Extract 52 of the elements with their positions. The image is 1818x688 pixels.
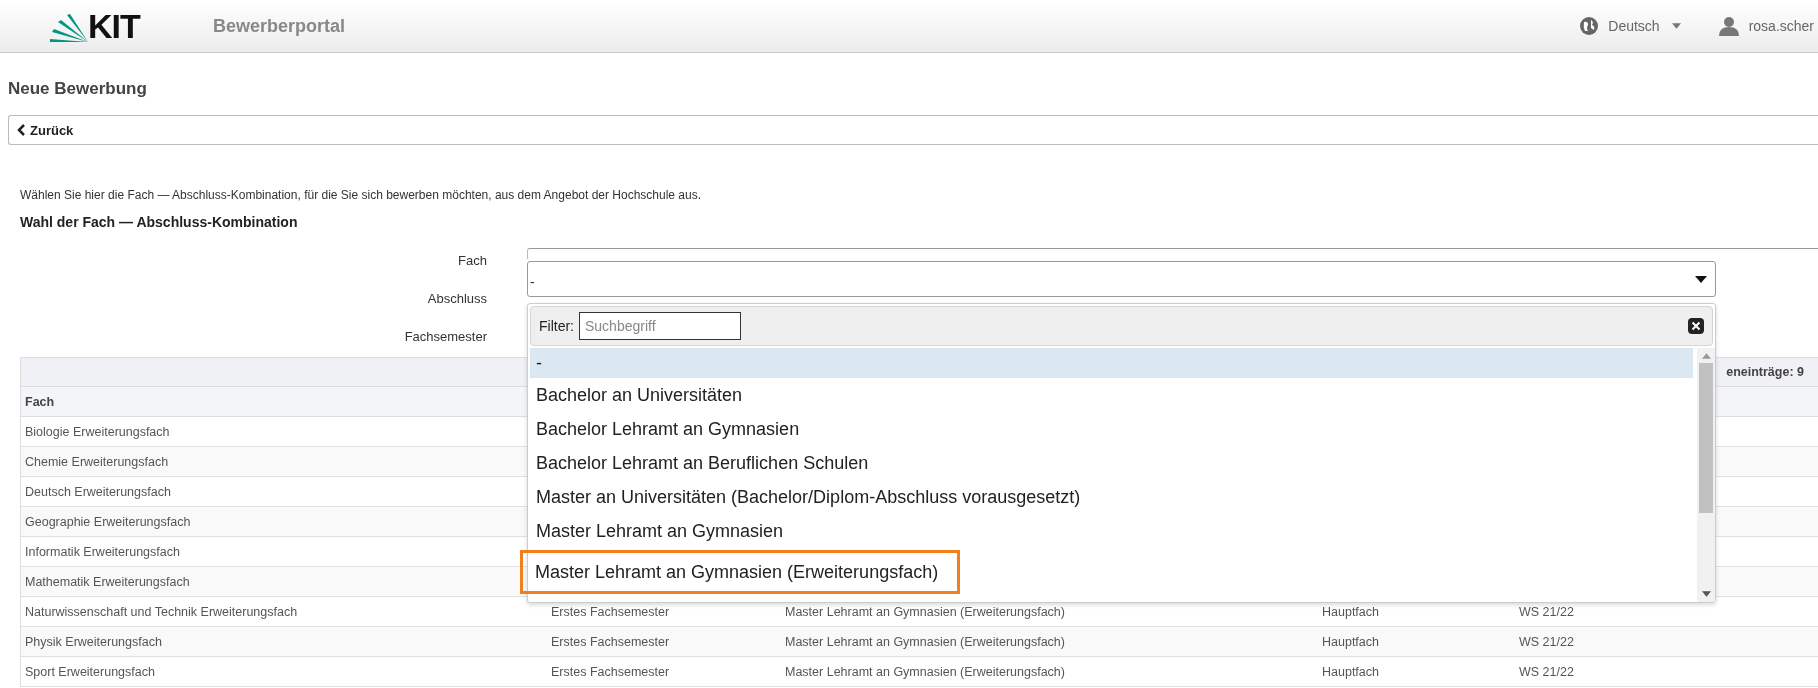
table-cell-text: Master Lehramt an Gymnasien (Erweiterungsfach)	[784, 634, 1066, 649]
table-cell-text: Geographie Erweiterungsfach	[24, 514, 192, 529]
table-cell-text: Hauptfach	[1321, 604, 1380, 619]
logo-text: KIT	[88, 10, 140, 42]
dropdown-option[interactable]: -	[530, 348, 1693, 378]
table-cell-text: Erstes Fachsemester	[550, 604, 671, 619]
globe-icon	[1579, 16, 1600, 36]
table-cell-text: Sport Erweiterungsfach	[24, 664, 156, 679]
filter-input[interactable]: Suchbegriff	[579, 312, 741, 340]
chevron-left-icon	[17, 124, 25, 136]
dropdown-option[interactable]: Master Lehramt an Gymnasien	[530, 514, 1693, 548]
table-cell-text: WS 21/22	[1518, 664, 1575, 679]
language-selector[interactable]: Deutsch	[1608, 18, 1681, 34]
field-label: Fachsemester	[403, 328, 487, 344]
fach-field[interactable]	[527, 248, 1818, 259]
section-title: Wahl der Fach — Abschluss-Kombination	[20, 213, 299, 231]
caret-icon	[1695, 275, 1707, 283]
dropdown-option[interactable]: Master an Universitäten (Bachelor/Diplom-Abschluss vorausgesetzt)	[530, 480, 1693, 514]
page-title: Neue Bewerbung	[8, 78, 148, 100]
table-cell-text: Physik Erweiterungsfach	[24, 634, 163, 649]
scroll-down-icon[interactable]	[1701, 591, 1711, 597]
user-icon	[1718, 16, 1739, 36]
table-cell-text: Mathematik Erweiterungsfach	[24, 574, 191, 589]
caret-icon	[1671, 23, 1681, 29]
clear-icon[interactable]	[1688, 318, 1704, 334]
filter-label: Filter:	[539, 318, 574, 334]
entry-count: eneinträge: 9	[1726, 365, 1804, 379]
table-cell-text: Hauptfach	[1321, 634, 1380, 649]
table-cell-text: WS 21/22	[1518, 604, 1575, 619]
dropdown-option[interactable]: Bachelor Lehramt an Beruflichen Schulen	[530, 446, 1693, 480]
field-label: Fach	[457, 252, 487, 268]
abschluss-select[interactable]: -	[527, 261, 1716, 297]
scrollbar[interactable]	[1697, 348, 1715, 602]
dropdown-option[interactable]: Master Lehramt an Gymnasien (Erweiterungsfach)	[520, 550, 960, 594]
scroll-up-icon[interactable]	[1701, 353, 1711, 359]
portal-title: Bewerberportal	[213, 15, 346, 37]
table-cell-text: Master Lehramt an Gymnasien (Erweiterungsfach)	[784, 664, 1066, 679]
user-name[interactable]: rosa.scher	[1748, 18, 1814, 34]
intro-text: Wählen Sie hier die Fach — Abschluss-Kombination, für die Sie sich bewerben möchten, aus dem Angebot der Hochschule aus.	[20, 187, 703, 203]
scrollbar-thumb[interactable]	[1699, 363, 1713, 513]
dropdown-option[interactable]: Bachelor Lehramt an Gymnasien	[530, 412, 1693, 446]
table-cell-text: Hauptfach	[1321, 664, 1380, 679]
table-cell-text: Master Lehramt an Gymnasien (Erweiterungsfach)	[784, 604, 1066, 619]
dropdown-option[interactable]: Bachelor an Universitäten	[530, 378, 1693, 412]
field-label: Abschluss	[426, 290, 487, 306]
back-button[interactable]: Zurück	[8, 115, 1818, 145]
table-cell-text: Erstes Fachsemester	[550, 634, 671, 649]
table-cell-text: Informatik Erweiterungsfach	[24, 544, 181, 559]
table-cell-text: Naturwissenschaft und Technik Erweiterungsfach	[24, 604, 299, 619]
logo-rays-icon	[48, 12, 88, 42]
table-cell-text: Erstes Fachsemester	[550, 664, 671, 679]
table-cell-text: WS 21/22	[1518, 634, 1575, 649]
